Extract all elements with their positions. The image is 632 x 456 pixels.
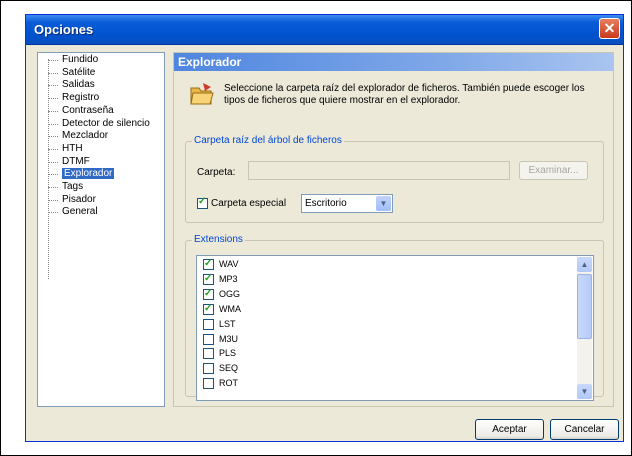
special-folder-checkbox[interactable] xyxy=(197,196,208,209)
tree-item-label: DTMF xyxy=(62,155,90,167)
tree-item-label: Salidas xyxy=(62,79,95,91)
extensions-group-label: Extensions xyxy=(192,234,245,245)
options-dialog: Opciones ✕ Fundido Satélite Salidas Registr… xyxy=(25,14,624,442)
tree-item[interactable]: Salidas xyxy=(48,79,95,91)
folder-icon xyxy=(190,83,214,105)
tree-item[interactable]: Detector de silencio xyxy=(48,118,150,130)
tree-item[interactable]: Pisador xyxy=(48,194,96,206)
extensions-list[interactable]: WAV MP3 OGG WMA LST M3U PLS SEQ ROT ▲ ▼ xyxy=(196,255,594,401)
scroll-thumb[interactable] xyxy=(577,274,592,339)
extension-label: PLS xyxy=(219,348,237,359)
tree-item[interactable]: General xyxy=(48,206,98,218)
folder-label: Carpeta: xyxy=(197,167,236,178)
cancel-button[interactable]: Cancelar xyxy=(550,419,619,440)
extension-label: OGG xyxy=(219,288,241,299)
window-title: Opciones xyxy=(34,22,94,37)
extension-label: MP3 xyxy=(219,273,238,284)
tree-item-label: Mezclador xyxy=(62,130,109,142)
scroll-down-icon[interactable]: ▼ xyxy=(577,384,592,399)
tree-item-label: Satélite xyxy=(62,66,96,78)
extension-label: WAV xyxy=(219,259,239,269)
root-folder-group-label: Carpeta raíz del árbol de ficheros xyxy=(192,135,344,146)
ok-button[interactable]: Aceptar xyxy=(475,419,544,440)
tree-item[interactable]: Explorador xyxy=(48,168,115,180)
tree-item[interactable]: HTH xyxy=(48,143,83,155)
tree-item-label: Detector de silencio xyxy=(62,117,150,129)
extension-checkbox[interactable] xyxy=(203,287,214,300)
tree-item-label: HTH xyxy=(62,142,83,154)
extension-label: M3U xyxy=(219,333,239,344)
close-button[interactable]: ✕ xyxy=(599,18,620,39)
extension-checkbox[interactable] xyxy=(203,363,214,375)
tree-item-label: Explorador xyxy=(62,168,115,180)
special-folder-value: Escritorio xyxy=(305,198,347,209)
tree-item-label: Registro xyxy=(62,92,100,104)
browse-button[interactable]: Examinar... xyxy=(519,161,588,180)
panel-description: Seleccione la carpeta raíz del explorado… xyxy=(224,83,585,106)
tree-item-label: Fundido xyxy=(62,54,99,65)
extension-checkbox[interactable] xyxy=(203,348,214,360)
extension-checkbox[interactable] xyxy=(203,378,214,390)
extension-label: SEQ xyxy=(219,363,239,374)
tree-item[interactable]: Tags xyxy=(48,181,83,193)
tree-item[interactable]: Fundido xyxy=(48,54,98,66)
title-bar[interactable]: Opciones ✕ xyxy=(26,15,623,45)
folder-field[interactable] xyxy=(248,161,510,180)
extension-checkbox[interactable] xyxy=(203,257,214,270)
extension-label: ROT xyxy=(219,378,238,389)
tree-item-label: Pisador xyxy=(62,193,96,205)
explorer-panel: Explorador Seleccione la carpeta raíz de… xyxy=(173,52,614,407)
tree-item[interactable]: Registro xyxy=(48,92,99,104)
root-folder-group: Carpeta raíz del árbol de ficheros Carpe… xyxy=(185,135,604,223)
options-tree[interactable]: Fundido Satélite Salidas Registro Contraseña… xyxy=(37,52,165,407)
extension-checkbox[interactable] xyxy=(203,302,214,315)
special-folder-label: Carpeta especial xyxy=(211,198,287,209)
extension-checkbox[interactable] xyxy=(203,272,214,285)
tree-item[interactable]: DTMF xyxy=(48,156,90,168)
extensions-group: Extensions WAV MP3 OGG WMA LST M3U PLS SEQ ROT ▲… xyxy=(185,234,604,401)
tree-item-label: General xyxy=(62,206,98,218)
chevron-down-icon[interactable]: ▼ xyxy=(376,196,391,211)
extension-checkbox[interactable] xyxy=(203,333,214,345)
scroll-up-icon[interactable]: ▲ xyxy=(577,257,592,272)
panel-title: Explorador xyxy=(174,53,613,71)
extension-checkbox[interactable] xyxy=(203,318,214,330)
tree-item[interactable]: Satélite xyxy=(48,67,95,79)
extensions-scrollbar[interactable]: ▲ ▼ xyxy=(577,257,592,399)
extension-label: LST xyxy=(219,318,236,329)
tree-item[interactable]: Mezclador xyxy=(48,130,108,142)
tree-item-label: Tags xyxy=(62,181,84,192)
tree-item[interactable]: Contraseña xyxy=(48,105,114,117)
extension-label: WMA xyxy=(219,303,241,314)
tree-item-label: Contraseña xyxy=(62,104,114,116)
special-folder-select[interactable]: Escritorio ▼ xyxy=(301,194,393,213)
